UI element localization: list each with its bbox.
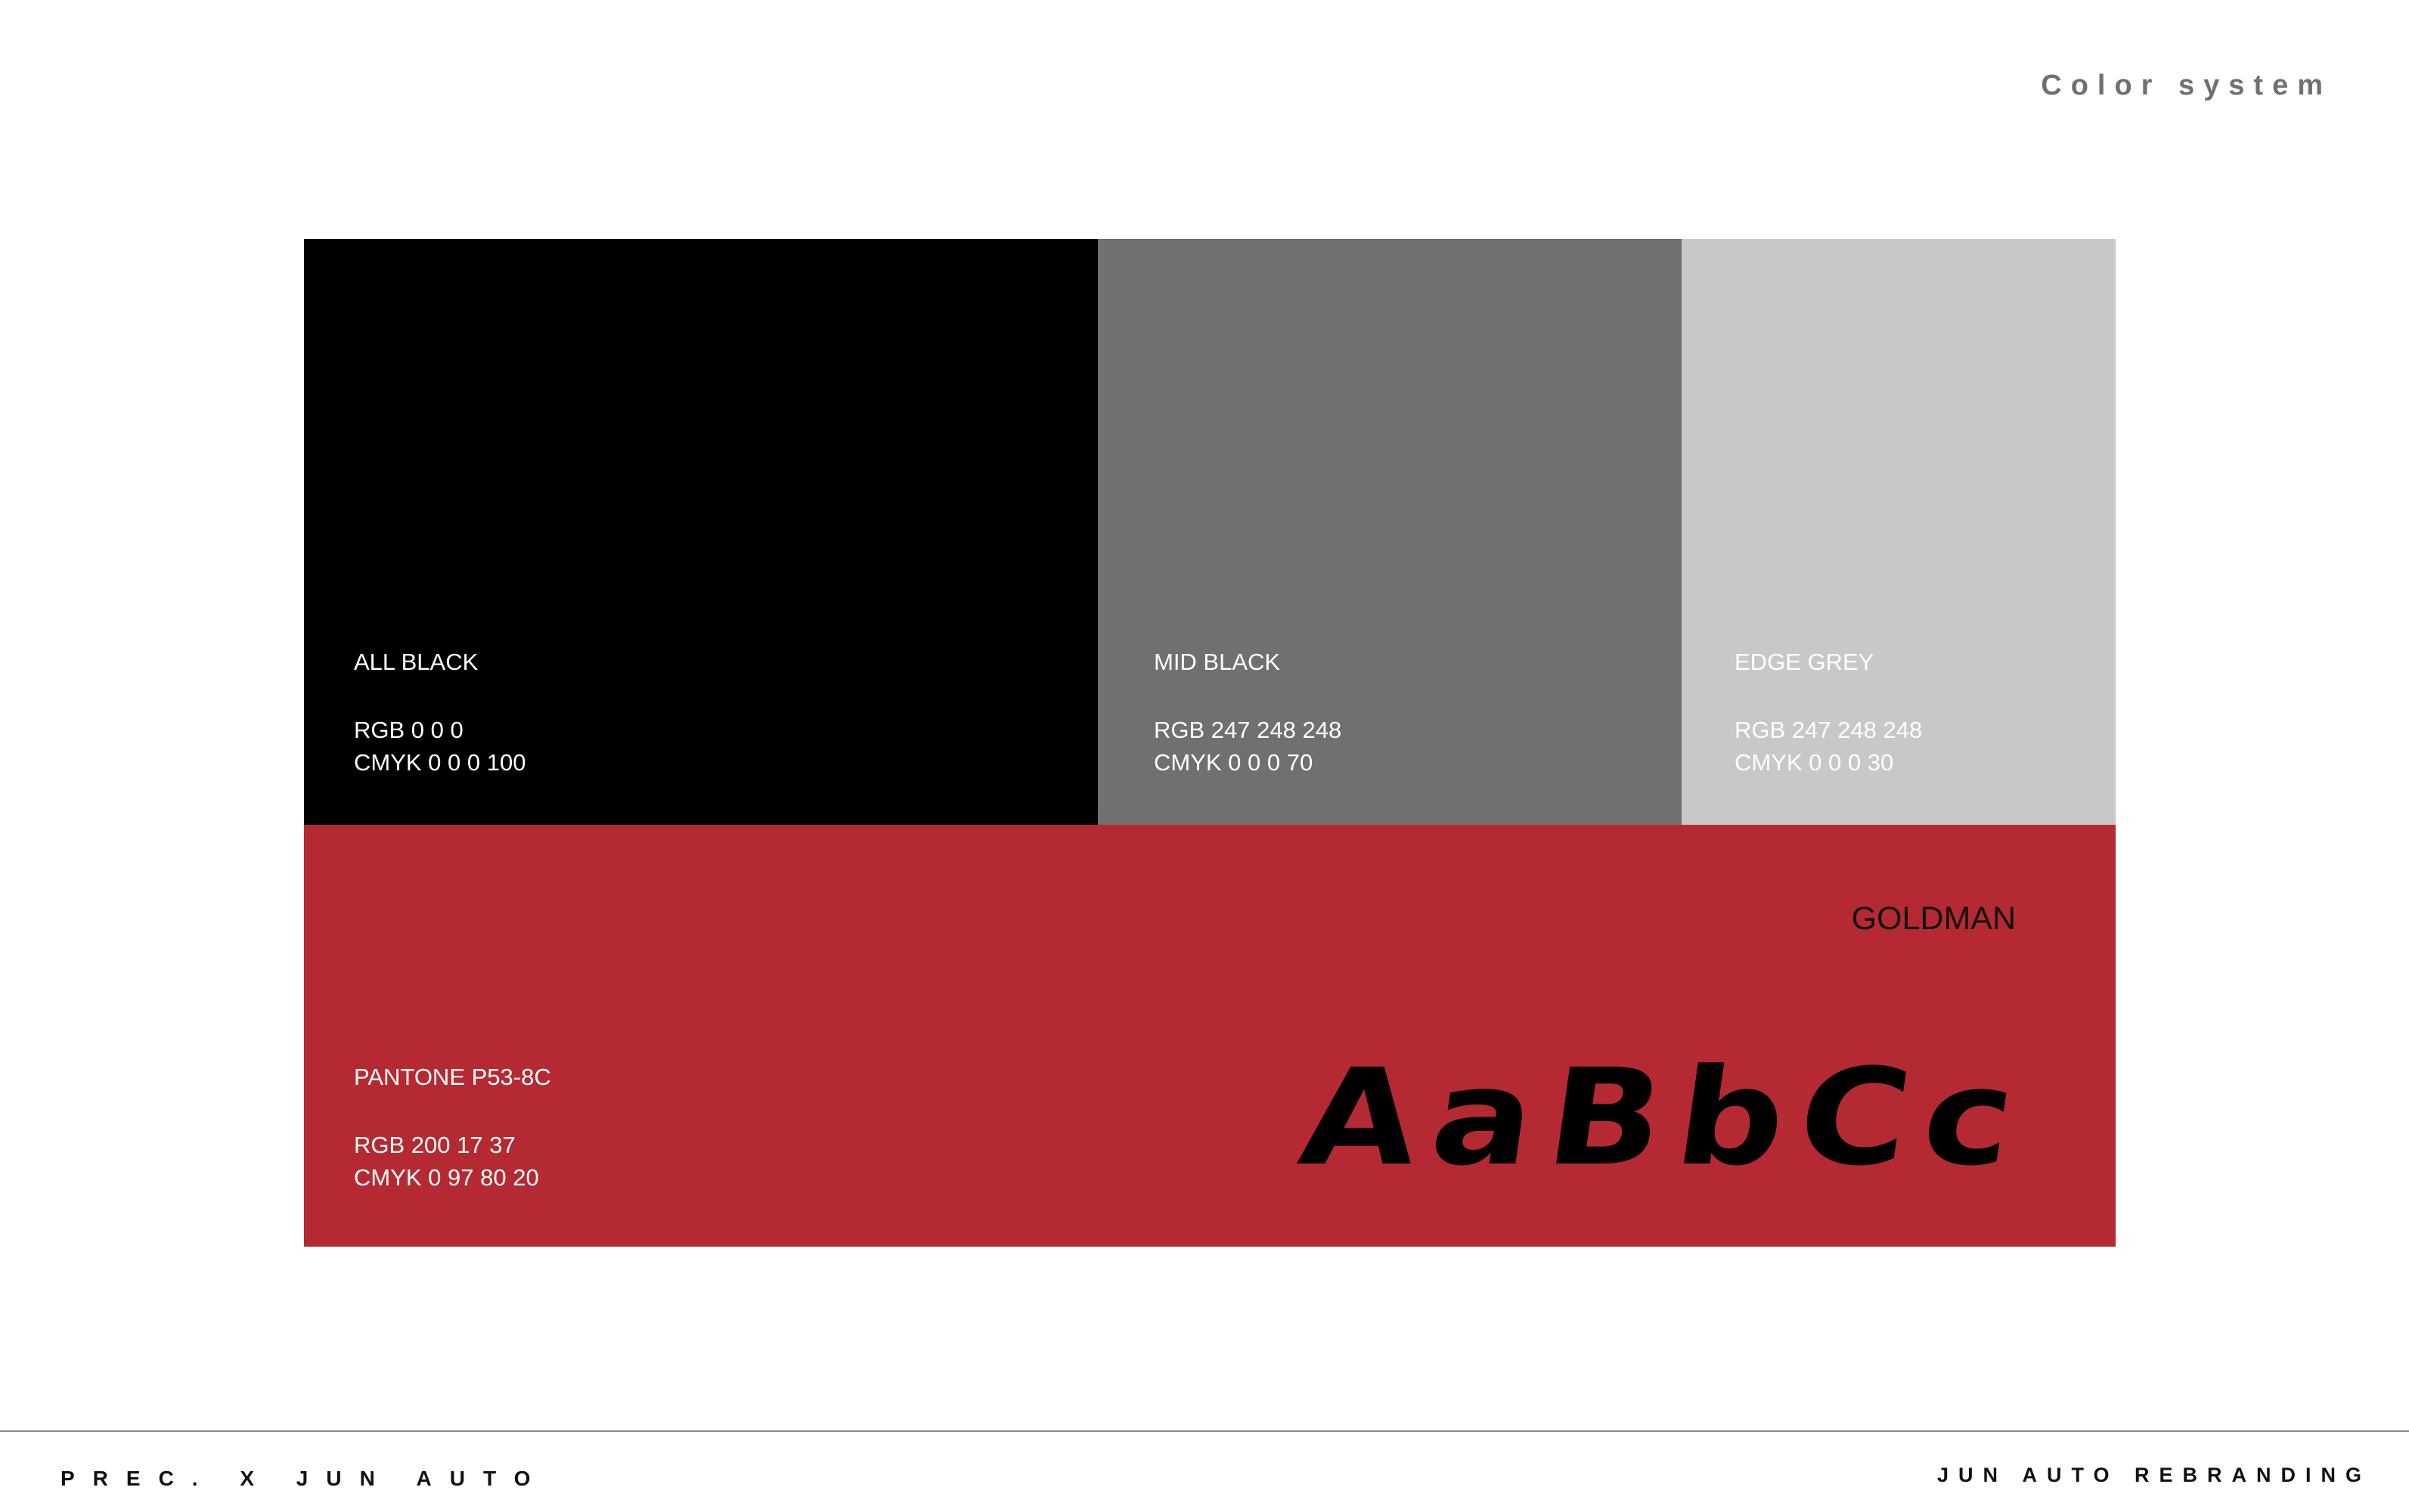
swatch-mid-black: MID BLACK RGB 247 248 248 CMYK 0 0 0 70 [1098, 239, 1682, 825]
swatch-name: ALL BLACK [354, 649, 479, 675]
footer-left-label: PREC. X JUN AUTO [60, 1467, 549, 1490]
footer-right-label: JUN AUTO REBRANDING [1936, 1464, 2371, 1486]
swatch-name: PANTONE P53-8C [354, 1064, 551, 1090]
typeface-specimen: AaBbCc [1291, 1040, 2039, 1195]
swatch-info: MID BLACK RGB 247 248 248 CMYK 0 0 0 70 [1154, 646, 1341, 779]
swatch-edge-grey: EDGE GREY RGB 247 248 248 CMYK 0 0 0 30 [1682, 239, 2116, 825]
swatch-name: MID BLACK [1154, 649, 1281, 675]
swatch-rgb: RGB 0 0 0 [354, 717, 464, 743]
swatch-cmyk: CMYK 0 0 0 100 [354, 749, 526, 776]
swatch-all-black: ALL BLACK RGB 0 0 0 CMYK 0 0 0 100 [304, 239, 1098, 825]
swatch-rgb: RGB 247 248 248 [1154, 717, 1342, 743]
swatch-cmyk: CMYK 0 0 0 70 [1154, 749, 1313, 776]
swatch-pantone-red: PANTONE P53-8C RGB 200 17 37 CMYK 0 97 8… [304, 825, 2116, 1247]
color-palette: ALL BLACK RGB 0 0 0 CMYK 0 0 0 100 MID B… [304, 239, 2116, 1247]
typeface-name: GOLDMAN [1851, 900, 2016, 937]
swatch-cmyk: CMYK 0 97 80 20 [354, 1164, 539, 1191]
swatch-cmyk: CMYK 0 0 0 30 [1735, 749, 1894, 776]
brand-guideline-page: Color system ALL BLACK RGB 0 0 0 CMYK 0 … [0, 0, 2409, 1512]
page-title: Color system [2041, 70, 2332, 101]
footer-divider [0, 1430, 2409, 1432]
swatch-info: EDGE GREY RGB 247 248 248 CMYK 0 0 0 30 [1735, 646, 1922, 779]
swatch-info: ALL BLACK RGB 0 0 0 CMYK 0 0 0 100 [354, 646, 526, 779]
swatch-rgb: RGB 200 17 37 [354, 1132, 516, 1158]
swatch-name: EDGE GREY [1735, 649, 1874, 675]
swatch-rgb: RGB 247 248 248 [1735, 717, 1923, 743]
swatch-info: PANTONE P53-8C RGB 200 17 37 CMYK 0 97 8… [354, 1061, 551, 1194]
